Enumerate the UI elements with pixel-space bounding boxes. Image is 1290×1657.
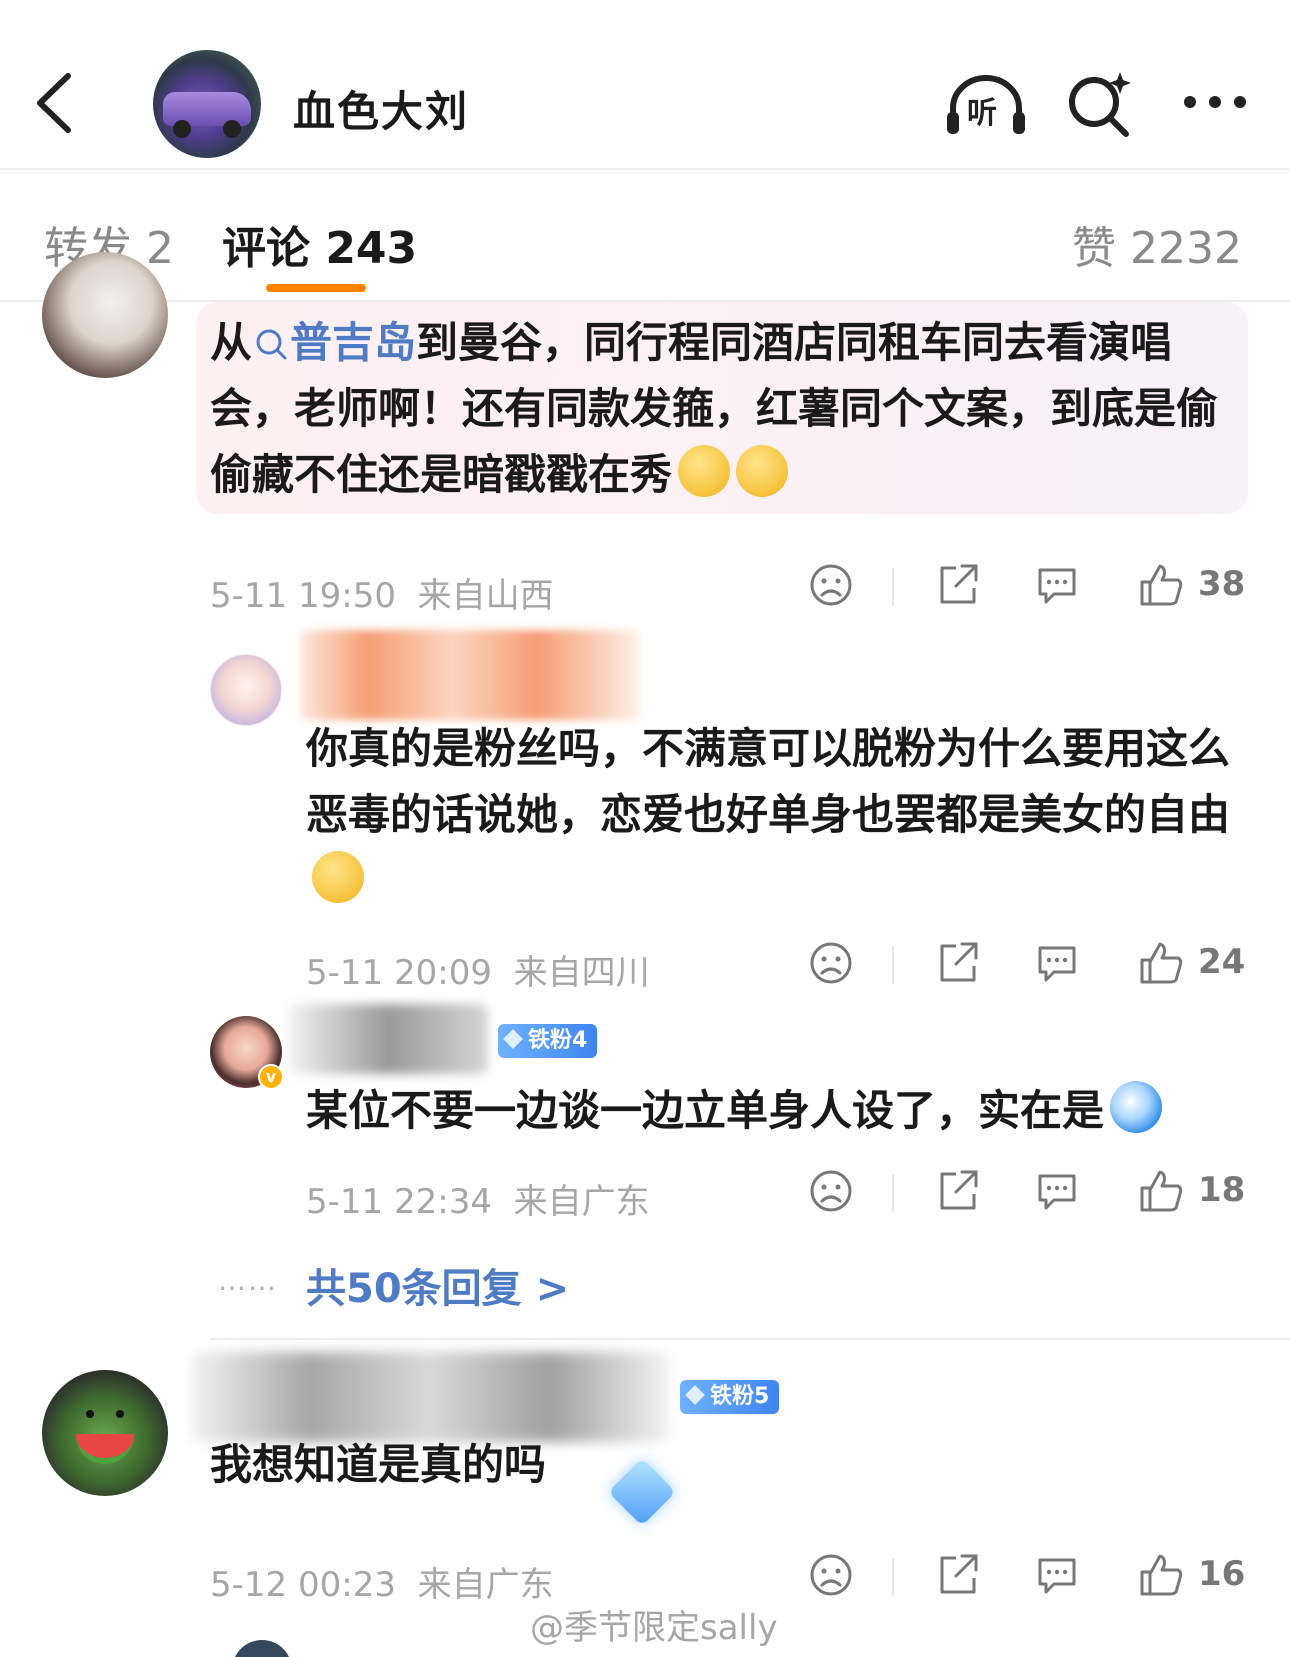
like-count: 24: [1198, 942, 1246, 982]
listen-button[interactable]: 听: [945, 72, 1027, 136]
comment-text: 你真的是粉丝吗，不满意可以脱粉为什么要用这么恶毒的话说她，恋爱也好单身也罢都是美…: [306, 716, 1256, 914]
topic-search-icon: [256, 329, 287, 360]
fan-level-badge: 铁粉4: [498, 1024, 598, 1058]
comment-meta: 5-11 22:34 来自广东: [306, 1174, 650, 1223]
watermelon-face-emoji-icon: [312, 851, 364, 903]
next-commenter-avatar[interactable]: [232, 1640, 292, 1657]
like-thumb-icon[interactable]: [1138, 1168, 1184, 1214]
fan-level-label: 铁粉4: [528, 1028, 588, 1053]
reply-bubble-icon[interactable]: [1034, 940, 1080, 986]
dislike-face-icon[interactable]: [808, 1552, 854, 1598]
replies-dots: ……: [218, 1264, 278, 1297]
dislike-face-icon[interactable]: [808, 940, 854, 986]
like-thumb-icon[interactable]: [1138, 562, 1184, 608]
like-thumb-icon[interactable]: [1138, 1552, 1184, 1598]
active-tab-indicator: [266, 284, 366, 292]
fan-level-label: 铁粉5: [710, 1384, 770, 1409]
share-icon[interactable]: [934, 562, 980, 608]
comment-body: 你真的是粉丝吗，不满意可以脱粉为什么要用这么恶毒的话说她，恋爱也好单身也罢都是美…: [306, 724, 1231, 839]
comment-location: 来自四川: [513, 953, 650, 993]
comment-time: 5-11 22:34: [306, 1182, 492, 1222]
comment-location: 来自广东: [513, 1182, 650, 1222]
comment-text-start: 从: [210, 318, 253, 367]
comment-location: 来自山西: [417, 576, 554, 616]
search-sparkle-icon[interactable]: [1064, 70, 1134, 140]
more-replies-link[interactable]: 共50条回复 >: [306, 1256, 569, 1314]
share-icon[interactable]: [934, 1168, 980, 1214]
like-count: 18: [1198, 1170, 1246, 1210]
like-count: 16: [1198, 1554, 1246, 1594]
dislike-face-icon[interactable]: [808, 562, 854, 608]
comment-time: 5-11 20:09: [306, 953, 492, 993]
reply-bubble-icon[interactable]: [1034, 1552, 1080, 1598]
comment-location: 来自广东: [417, 1565, 554, 1605]
blogger-name[interactable]: 血色大刘: [293, 78, 469, 139]
comment-body: 某位不要一边谈一边立单身人设了，实在是: [306, 1086, 1105, 1135]
reply-bubble-icon[interactable]: [1034, 562, 1080, 608]
like-thumb-icon[interactable]: [1138, 940, 1184, 986]
comment-time: 5-11 19:50: [210, 576, 396, 616]
blurred-username: [300, 630, 640, 720]
dislike-face-icon[interactable]: [808, 1168, 854, 1214]
weibo-watermark: @季节限定sally: [530, 1608, 778, 1648]
tab-like[interactable]: 赞 2232: [1072, 212, 1242, 276]
back-arrow-icon[interactable]: [30, 68, 80, 138]
topic-link[interactable]: 普吉岛: [252, 318, 416, 367]
blogger-avatar[interactable]: [153, 50, 261, 158]
topic-label: 普吉岛: [290, 318, 417, 367]
fan-level-badge: 铁粉5: [680, 1380, 780, 1414]
diamond-icon: [685, 1385, 705, 1405]
comment-meta: 5-12 00:23 来自广东: [210, 1557, 554, 1606]
comment-text: 某位不要一边谈一边立单身人设了，实在是: [306, 1078, 1256, 1144]
smug-face-emoji-icon: [736, 445, 789, 497]
listen-label: 听: [967, 96, 997, 131]
blurred-username: [190, 1352, 670, 1442]
share-icon[interactable]: [934, 940, 980, 986]
raised-hand-emoji-icon: [678, 445, 731, 497]
reply-bubble-icon[interactable]: [1034, 1168, 1080, 1214]
diamond-icon: [503, 1029, 523, 1049]
blurred-username: [288, 1004, 488, 1074]
tab-comment[interactable]: 评论 243: [222, 212, 417, 276]
comment-text: 我想知道是真的吗: [210, 1440, 547, 1489]
more-dots-icon[interactable]: [1180, 90, 1250, 114]
comment-divider: [210, 1338, 1290, 1340]
comment-meta: 5-11 20:09 来自四川: [306, 945, 650, 994]
doraemon-emoji-icon: [1110, 1081, 1163, 1133]
like-count: 38: [1198, 564, 1246, 604]
comment-text: 从普吉岛到曼谷，同行程同酒店同租车同去看演唱会，老师啊！还有同款发箍，红薯同个文…: [210, 310, 1250, 508]
verified-badge-icon: v: [258, 1064, 284, 1090]
tab-bar: 转发 2 评论 243 赞 2232: [0, 172, 1290, 302]
commenter-avatar[interactable]: [210, 654, 282, 726]
comment-time: 5-12 00:23: [210, 1565, 396, 1605]
share-icon[interactable]: [934, 1552, 980, 1598]
commenter-avatar[interactable]: [42, 1370, 168, 1496]
commenter-avatar[interactable]: [42, 252, 168, 378]
top-bar: 血色大刘 听: [0, 0, 1290, 170]
comment-meta: 5-11 19:50 来自山西: [210, 568, 554, 617]
